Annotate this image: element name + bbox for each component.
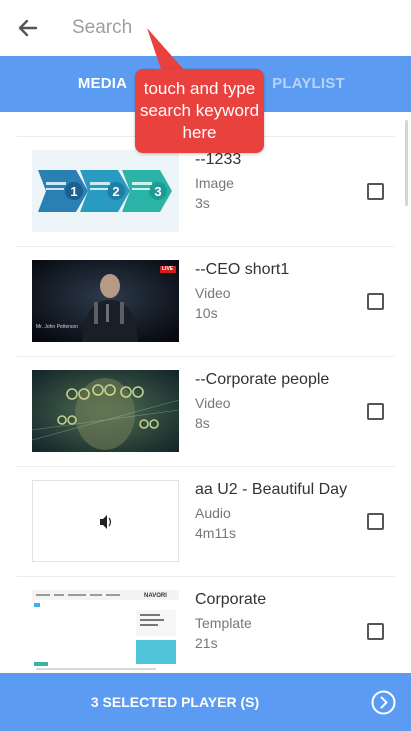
thumbnail-video <box>32 370 179 452</box>
search-bar <box>0 0 411 56</box>
item-duration: 4m11s <box>195 525 236 541</box>
list-item[interactable]: aa U2 - Beautiful Day Audio 4m11s <box>17 466 395 576</box>
selected-players-label: 3 SELECTED PLAYER (S) <box>90 694 260 710</box>
item-checkbox[interactable] <box>367 513 384 530</box>
list-item[interactable]: --Corporate people Video 8s <box>17 356 395 466</box>
selected-players-bar[interactable]: 3 SELECTED PLAYER (S) <box>0 673 411 731</box>
item-duration: 10s <box>195 305 218 321</box>
thumbnail-audio <box>32 480 179 562</box>
search-hint-tooltip: touch and type search keyword here <box>135 69 264 153</box>
item-title: --1233 <box>195 151 242 168</box>
chevron-right-circle-icon[interactable] <box>371 690 396 715</box>
svg-text:2: 2 <box>112 184 119 199</box>
item-type: Video <box>195 395 231 411</box>
item-title: --Corporate people <box>195 371 330 388</box>
item-checkbox[interactable] <box>367 183 384 200</box>
svg-text:1: 1 <box>70 184 77 199</box>
speaker-icon <box>100 515 112 529</box>
item-type: Audio <box>195 505 231 521</box>
thumbnail-template: NAVORI <box>32 590 179 672</box>
search-input[interactable] <box>72 12 392 44</box>
list-item[interactable]: LIVE Mr. John Petterson --CEO short1 Vid… <box>17 246 395 356</box>
item-title: aa U2 - Beautiful Day <box>195 481 348 498</box>
scrollbar[interactable] <box>405 120 408 206</box>
item-title: --CEO short1 <box>195 261 290 278</box>
item-checkbox[interactable] <box>367 293 384 310</box>
item-type: Template <box>195 615 252 631</box>
media-list[interactable]: 1 2 3 --1233 Image 3s LIVE Mr. John Pett… <box>0 112 411 673</box>
back-arrow-icon[interactable] <box>14 14 42 42</box>
brand-logo: NAVORI <box>144 593 167 599</box>
item-duration: 21s <box>195 635 218 651</box>
item-checkbox[interactable] <box>367 623 384 640</box>
item-checkbox[interactable] <box>367 403 384 420</box>
item-duration: 8s <box>195 415 210 431</box>
item-title: Corporate <box>195 591 267 608</box>
svg-text:3: 3 <box>154 184 161 199</box>
thumbnail-video: LIVE Mr. John Petterson <box>32 260 179 342</box>
list-item[interactable]: NAVORI Corporate Template 21s <box>17 576 395 673</box>
thumbnail-image: 1 2 3 <box>32 150 179 232</box>
thumbnail-caption: Mr. John Petterson <box>36 324 78 330</box>
live-badge: LIVE <box>162 266 174 272</box>
item-type: Video <box>195 285 231 301</box>
item-duration: 3s <box>195 195 210 211</box>
item-type: Image <box>195 175 234 191</box>
